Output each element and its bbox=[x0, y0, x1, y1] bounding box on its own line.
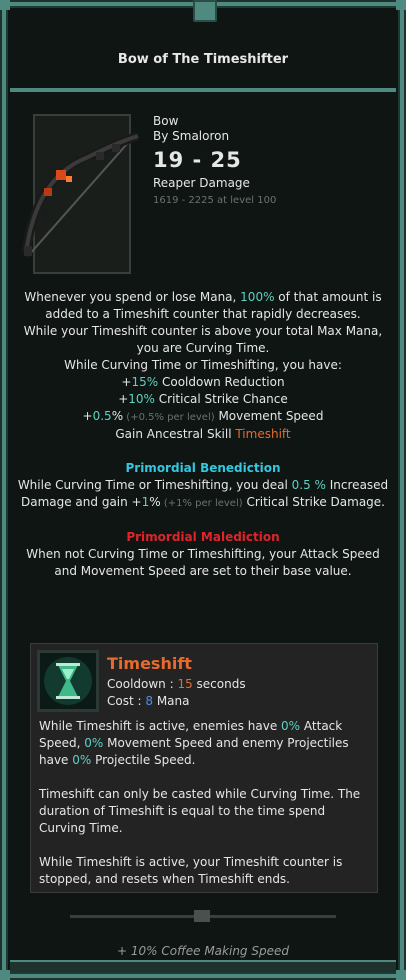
desc-value: 100% bbox=[240, 290, 275, 304]
desc-value: 0% bbox=[281, 719, 301, 733]
desc-text: While Curving Time or Timeshifting, you … bbox=[17, 478, 292, 492]
bonus-sign: + bbox=[82, 409, 93, 423]
bonus-sign: + bbox=[121, 375, 132, 389]
bow-icon bbox=[21, 131, 140, 257]
desc-line: While your Timeshift counter is above yo… bbox=[23, 324, 383, 355]
skill-paragraph: Timeshift can only be casted while Curvi… bbox=[39, 787, 361, 835]
item-meta: Bow By Smaloron 19 - 25 Reaper Damage 16… bbox=[153, 114, 276, 206]
bonus-text: Movement Speed bbox=[214, 409, 324, 423]
cooldown-label: Cooldown : bbox=[107, 677, 178, 691]
bonus-unit: % bbox=[111, 409, 124, 423]
desc-line: While Curving Time or Timeshifting, you … bbox=[64, 358, 342, 372]
bonus-line: +15% Cooldown Reduction bbox=[14, 374, 392, 391]
bonus-value: 15% bbox=[131, 375, 159, 389]
desc-text: Whenever you spend or lose Mana, bbox=[24, 290, 241, 304]
bonus-text: Cooldown Reduction bbox=[158, 375, 285, 389]
level-range: 1619 - 2225 at level 100 bbox=[153, 195, 277, 206]
benediction-text: While Curving Time or Timeshifting, you … bbox=[14, 477, 392, 512]
title-bar: Bow of The Timeshifter bbox=[10, 30, 396, 92]
bottom-border bbox=[10, 960, 396, 972]
damage-value: 19 - 25 bbox=[153, 148, 242, 172]
malediction-text: When not Curving Time or Timeshifting, y… bbox=[26, 547, 380, 578]
ancestral-skill-link: Timeshift bbox=[235, 427, 291, 441]
skill-meta: Cooldown : 15 seconds Cost : 8 Mana bbox=[107, 676, 246, 710]
item-author: By Smaloron bbox=[153, 129, 230, 143]
cooldown-value: 15 bbox=[177, 677, 193, 691]
bonus-text: Critical Strike Chance bbox=[154, 392, 288, 406]
bonus-per-level: (+0.5% per level) bbox=[123, 412, 215, 423]
skill-paragraph: While Timeshift is active, enemies have … bbox=[39, 718, 371, 769]
hourglass-icon bbox=[37, 650, 99, 712]
bonus-text: Gain Ancestral Skill bbox=[115, 427, 236, 441]
divider-ornament bbox=[194, 910, 210, 922]
desc-value: 0% bbox=[84, 736, 104, 750]
damage-type: Reaper Damage bbox=[153, 176, 250, 190]
bonus-value: 0.5 bbox=[92, 409, 112, 423]
desc-text: % bbox=[149, 495, 161, 509]
cooldown-unit: seconds bbox=[192, 677, 246, 691]
cost-unit: Mana bbox=[153, 694, 190, 708]
desc-line: Whenever you spend or lose Mana, 100% of… bbox=[14, 289, 392, 323]
cost-label: Cost : bbox=[107, 694, 146, 708]
benediction-heading: Primordial Benediction bbox=[125, 461, 281, 475]
footer-bonus: + 10% Coffee Making Speed bbox=[117, 944, 289, 958]
item-description: Whenever you spend or lose Mana, 100% of… bbox=[14, 289, 392, 580]
top-gem-ornament bbox=[193, 0, 217, 22]
item-title: Bow of The Timeshifter bbox=[117, 51, 289, 67]
item-type: Bow bbox=[153, 114, 179, 128]
cost-value: 8 bbox=[145, 694, 153, 708]
bonus-line: +0.5% (+0.5% per level) Movement Speed bbox=[14, 408, 392, 426]
skill-name: Timeshift bbox=[107, 654, 192, 673]
desc-text: While Timeshift is active, enemies have bbox=[39, 719, 282, 733]
bonus-line: +10% Critical Strike Chance bbox=[14, 391, 392, 408]
desc-value: 0% bbox=[72, 753, 92, 767]
skill-description: While Timeshift is active, enemies have … bbox=[39, 718, 371, 888]
desc-value: 0.5 % bbox=[291, 478, 326, 492]
per-level: (+1% per level) bbox=[160, 498, 243, 509]
bonus-value: 10% bbox=[128, 392, 155, 406]
corner-ornament bbox=[396, 0, 406, 10]
corner-ornament bbox=[0, 970, 10, 980]
skill-cost: Cost : 8 Mana bbox=[107, 693, 246, 710]
bonus-line: Gain Ancestral Skill Timeshift bbox=[14, 426, 392, 443]
skill-cooldown: Cooldown : 15 seconds bbox=[107, 676, 246, 693]
skill-panel: Timeshift Cooldown : 15 seconds Cost : 8… bbox=[30, 643, 378, 893]
desc-text: Projectile Speed. bbox=[91, 753, 196, 767]
desc-text: Critical Strike Damage. bbox=[242, 495, 385, 509]
corner-ornament bbox=[0, 0, 10, 10]
bonus-sign: + bbox=[118, 392, 129, 406]
corner-ornament bbox=[396, 970, 406, 980]
malediction-heading: Primordial Malediction bbox=[126, 530, 280, 544]
skill-paragraph: While Timeshift is active, your Timeshif… bbox=[39, 855, 343, 886]
